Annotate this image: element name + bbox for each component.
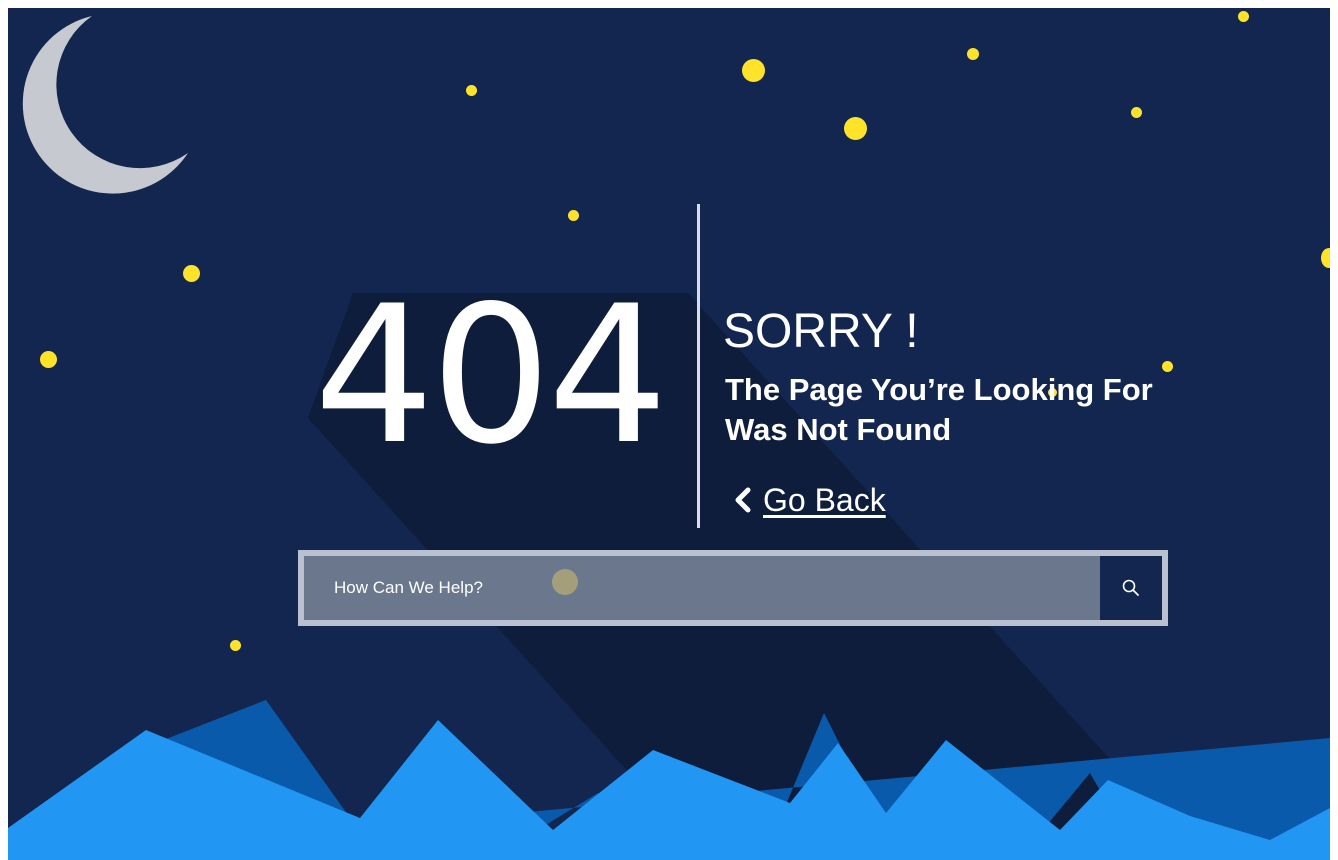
error-page-scene: 404 SORRY ! The Page You’re Looking For … [8,8,1330,860]
mountains [8,700,1330,860]
